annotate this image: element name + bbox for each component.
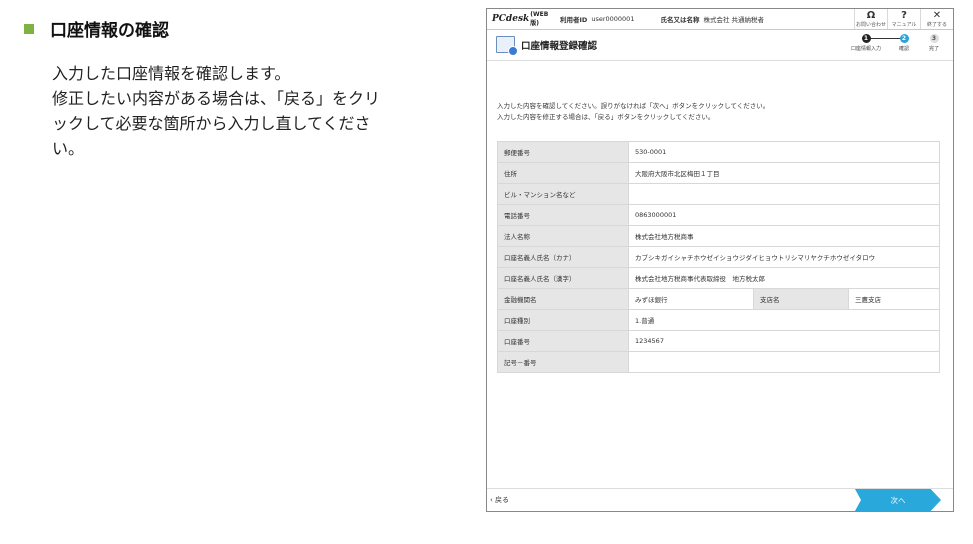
- table-row: 口座種別 1.普通: [497, 309, 940, 331]
- field-value: カブシキガイシャチホウゼイショウジダイヒョウトリシマリヤクチホウゼイタロウ: [628, 246, 940, 268]
- back-button[interactable]: ‹ 戻る: [490, 495, 509, 505]
- field-label: 支店名: [753, 288, 849, 310]
- user-info: 利用者ID user0000001 氏名又は名称 株式会社 共通納税者: [552, 9, 854, 29]
- chevron-left-icon: ‹: [490, 496, 493, 504]
- table-row: 口座番号 1234567: [497, 330, 940, 352]
- field-value: 530-0001: [628, 141, 940, 163]
- field-value: 株式会社地方税商事代表取締役 地方税太郎: [628, 267, 940, 289]
- description-line: ックして必要な箇所から入力し直してくださ: [52, 114, 371, 133]
- step-2: 2 確認: [898, 34, 909, 52]
- section-title: 口座情報の確認: [50, 21, 169, 41]
- contact-button[interactable]: Ω お問い合わせ: [854, 9, 887, 29]
- field-label: 口座種別: [497, 309, 629, 331]
- field-value: 大阪府大阪市北区梅田１丁目: [628, 162, 940, 184]
- section-description: 入力した口座情報を確認します。 修正したい内容がある場合は、「戻る」をクリ ック…: [20, 61, 460, 161]
- next-button[interactable]: 次へ: [855, 489, 941, 511]
- section-heading: 口座情報の確認: [20, 16, 460, 41]
- description-line: い。: [52, 139, 85, 158]
- user-id-label: 利用者ID: [560, 16, 588, 24]
- table-row: 口座名義人氏名（カナ） カブシキガイシャチホウゼイショウジダイヒョウトリシマリヤ…: [497, 246, 940, 268]
- field-label: ビル・マンション名など: [497, 183, 629, 205]
- page-title: 口座情報登録確認: [521, 41, 598, 52]
- table-row: 電話番号 0863000001: [497, 204, 940, 226]
- field-value: 1.普通: [628, 309, 940, 331]
- app-screenshot: PCdesk (WEB版) 利用者ID user0000001 氏名又は名称 株式…: [486, 8, 954, 512]
- field-value: [628, 351, 940, 373]
- field-value: 三鷹支店: [848, 288, 940, 310]
- progress-steps: 1 口座情報入力 2 確認 3 完了: [851, 34, 947, 56]
- table-row: 金融機関名 みずほ銀行 支店名 三鷹支店: [497, 288, 940, 310]
- page-header: 口座情報登録確認 1 口座情報入力 2 確認 3 完了: [487, 30, 953, 61]
- close-icon: ✕: [932, 9, 942, 21]
- app-logo: PCdesk (WEB版): [492, 11, 549, 27]
- field-label: 口座名義人氏名（漢字）: [497, 267, 629, 289]
- field-label: 住所: [497, 162, 629, 184]
- table-row: 法人名称 株式会社地方税商事: [497, 225, 940, 247]
- field-label: 金融機関名: [497, 288, 629, 310]
- field-value: 1234567: [628, 330, 940, 352]
- user-id-value: user0000001: [591, 15, 635, 23]
- table-row: 記号－番号: [497, 351, 940, 373]
- table-row: 郵便番号 530-0001: [497, 141, 940, 163]
- field-label: 口座名義人氏名（カナ）: [497, 246, 629, 268]
- headset-icon: Ω: [866, 9, 876, 21]
- footer-bar: ‹ 戻る 次へ: [487, 488, 953, 511]
- manual-button[interactable]: ? マニュアル: [887, 9, 920, 29]
- top-bar: PCdesk (WEB版) 利用者ID user0000001 氏名又は名称 株式…: [487, 9, 953, 30]
- name-value: 株式会社 共通納税者: [703, 16, 765, 24]
- question-icon: ?: [901, 9, 907, 21]
- name-label: 氏名又は名称: [660, 16, 700, 24]
- field-value: みずほ銀行: [628, 288, 754, 310]
- square-bullet-icon: [24, 23, 34, 34]
- table-row: 口座名義人氏名（漢字） 株式会社地方税商事代表取締役 地方税太郎: [497, 267, 940, 289]
- field-value: 0863000001: [628, 204, 940, 226]
- exit-button[interactable]: ✕ 終了する: [920, 9, 953, 29]
- account-card-icon: [496, 36, 518, 56]
- account-info-table: 郵便番号 530-0001 住所 大阪府大阪市北区梅田１丁目 ビル・マンション名…: [497, 141, 940, 373]
- step-3: 3 完了: [928, 34, 939, 52]
- instructions: 入力した内容を確認してください。誤りがなければ「次へ」ボタンをクリックしてくださ…: [497, 101, 769, 123]
- field-label: 口座番号: [497, 330, 629, 352]
- field-value: 株式会社地方税商事: [628, 225, 940, 247]
- field-label: 電話番号: [497, 204, 629, 226]
- description-line: 入力した口座情報を確認します。: [52, 64, 291, 83]
- field-value: [628, 183, 940, 205]
- field-label: 法人名称: [497, 225, 629, 247]
- instruction-line: 入力した内容を確認してください。誤りがなければ「次へ」ボタンをクリックしてくださ…: [497, 102, 770, 110]
- explanation-panel: 口座情報の確認 入力した口座情報を確認します。 修正したい内容がある場合は、「戻…: [20, 16, 460, 161]
- step-1: 1 口座情報入力: [851, 34, 882, 52]
- instruction-line: 入力した内容を修正する場合は、「戻る」ボタンをクリックしてください。: [497, 113, 715, 121]
- table-row: 住所 大阪府大阪市北区梅田１丁目: [497, 162, 940, 184]
- description-line: 修正したい内容がある場合は、「戻る」をクリ: [52, 89, 381, 108]
- field-label: 郵便番号: [497, 141, 629, 163]
- table-row: ビル・マンション名など: [497, 183, 940, 205]
- field-label: 記号－番号: [497, 351, 629, 373]
